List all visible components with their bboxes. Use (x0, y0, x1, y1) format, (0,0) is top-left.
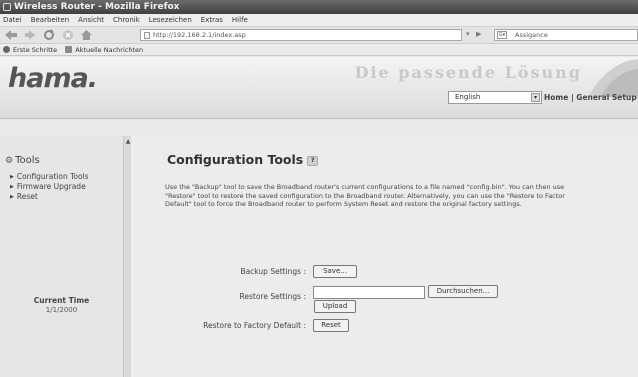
sidebar-heading-label: Tools (15, 155, 40, 166)
home-icon[interactable] (79, 29, 94, 42)
menu-lesezeichen[interactable]: Lesezeichen (149, 14, 192, 26)
description-line: Use the "Backup" tool to save the Broadb… (165, 183, 565, 191)
forward-icon[interactable] (22, 29, 37, 42)
main-content (131, 136, 638, 377)
bookmarks-toolbar: Erste Schritte Aktuelle Nachrichten (0, 44, 638, 56)
sidebar-item-configuration-tools[interactable]: ▶ Configuration Tools (10, 172, 89, 181)
menu-extras[interactable]: Extras (201, 14, 223, 26)
menu-hilfe[interactable]: Hilfe (232, 14, 248, 26)
stop-icon[interactable] (60, 29, 75, 42)
navigation-toolbar: http://192.168.2.1/index.asp ▾ ▶ G▾ Assi… (0, 27, 638, 44)
bookmark-news[interactable]: Aktuelle Nachrichten (65, 44, 143, 55)
header-tagline: Die passende Lösung (354, 63, 582, 82)
sidebar-item-label: Firmware Upgrade (16, 182, 86, 191)
menu-bar: Datei Bearbeiten Ansicht Chronik Lesezei… (0, 14, 638, 27)
language-value: English (455, 93, 481, 101)
current-time-value: 1/1/2000 (45, 306, 78, 314)
menu-datei[interactable]: Datei (3, 14, 22, 26)
go-icon[interactable]: ▶ (476, 30, 481, 38)
save-button[interactable]: Save... (313, 265, 357, 278)
url-text: http://192.168.2.1/index.asp (153, 31, 246, 39)
bookmark-label: Aktuelle Nachrichten (75, 45, 144, 54)
description-text: Use the "Backup" tool to save the Broadb… (165, 183, 638, 209)
triangle-right-icon: ▶ (10, 173, 14, 180)
description-line: "Restore" tool to restore the saved conf… (165, 191, 565, 200)
menu-bearbeiten[interactable]: Bearbeiten (31, 14, 69, 26)
window-titlebar: Wireless Router - Mozilla Firefox (0, 0, 638, 14)
current-time-label: Current Time (33, 296, 90, 305)
router-header: hama. Die passende Lösung English ▾ Home… (0, 57, 638, 119)
browse-button[interactable]: Durchsuchen... (428, 285, 498, 298)
back-icon[interactable] (3, 29, 18, 42)
bookmark-label: Erste Schritte (13, 45, 58, 54)
page-icon (144, 32, 150, 39)
restore-settings-label: Restore Settings : (239, 292, 306, 301)
rss-feed-icon (65, 46, 73, 53)
description-line: Default" tool to force the Broadband rou… (165, 200, 522, 208)
top-navigation[interactable]: Home | General Setup | S (544, 91, 638, 104)
sidebar-scrollbar[interactable]: ▲ (123, 136, 131, 377)
backup-settings-label: Backup Settings : (240, 267, 306, 276)
page-title: Configuration Tools ? (167, 152, 319, 167)
file-path-input[interactable] (313, 286, 425, 299)
search-placeholder: Assigance (515, 31, 548, 39)
triangle-right-icon: ▶ (10, 193, 14, 200)
sidebar-heading: ⚙ Tools (5, 155, 40, 166)
upload-button[interactable]: Upload (314, 300, 356, 313)
help-icon[interactable]: ? (307, 156, 319, 166)
reload-icon[interactable] (41, 29, 56, 42)
factory-default-label: Restore to Factory Default : (203, 321, 306, 330)
sidebar-item-reset[interactable]: ▶ Reset (10, 192, 38, 201)
firefox-bookmark-icon (3, 46, 10, 53)
bookmark-first-steps[interactable]: Erste Schritte (3, 44, 57, 55)
sidebar-item-firmware-upgrade[interactable]: ▶ Firmware Upgrade (10, 182, 86, 191)
gear-icon: ⚙ (5, 155, 14, 166)
firefox-icon (3, 3, 11, 11)
sidebar-item-label: Reset (16, 192, 38, 201)
sidebar-item-label: Configuration Tools (16, 172, 89, 181)
address-bar[interactable]: http://192.168.2.1/index.asp (140, 29, 462, 41)
page-title-text: Configuration Tools (167, 152, 304, 167)
chevron-down-icon[interactable]: ▾ (531, 93, 540, 102)
menu-ansicht[interactable]: Ansicht (78, 14, 104, 26)
hama-logo: hama. (8, 63, 98, 94)
menu-chronik[interactable]: Chronik (113, 14, 140, 26)
window-title: Wireless Router - Mozilla Firefox (14, 2, 180, 12)
language-select[interactable]: English ▾ (448, 91, 542, 104)
url-dropdown-icon[interactable]: ▾ (466, 30, 470, 38)
reset-button[interactable]: Reset (313, 319, 349, 332)
search-engine-icon[interactable]: G▾ (497, 31, 507, 39)
triangle-right-icon: ▶ (10, 183, 14, 190)
search-input[interactable]: G▾ Assigance (494, 29, 638, 41)
